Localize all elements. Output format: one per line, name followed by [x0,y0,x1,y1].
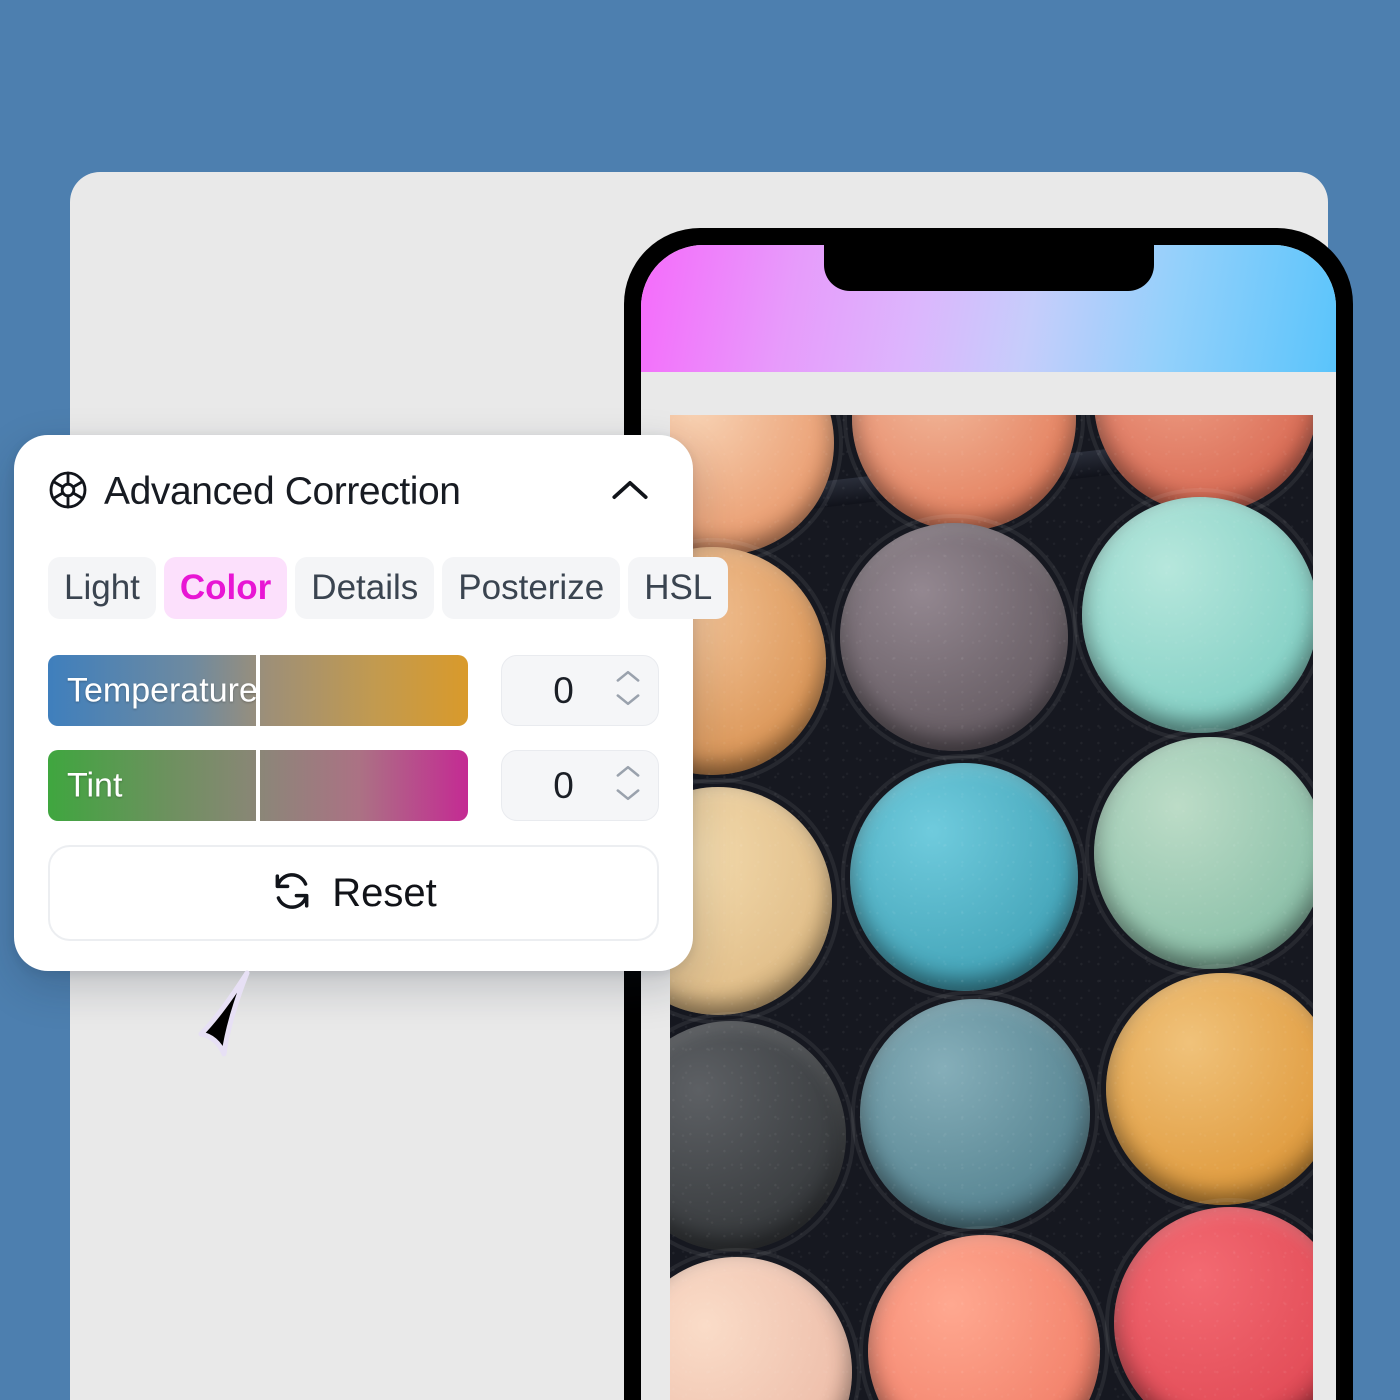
palette-pan [1085,728,1313,978]
panel-header: Advanced Correction [48,469,659,515]
tab-color[interactable]: Color [163,557,288,619]
palette-pan [1097,964,1313,1214]
palette-pan [831,514,1077,760]
phone-mockup [624,228,1353,1400]
temperature-stepper-arrows[interactable] [615,669,641,712]
palette-pan [1105,1198,1313,1400]
tint-slider-row: Tint 0 [48,750,659,821]
tab-posterize[interactable]: Posterize [442,557,621,619]
palette-pan [670,778,841,1024]
palette-pan [841,754,1087,1000]
scene-root: Advanced Correction Light Color Details … [0,0,1400,1400]
phone-notch [823,245,1154,291]
temperature-slider-label: Temperature [67,671,258,709]
reset-button-label: Reset [332,870,437,915]
tab-hsl[interactable]: HSL [628,557,729,619]
palette-pan [670,1012,855,1260]
palette-pan [859,1226,1109,1400]
palette-pan [670,415,843,564]
temperature-value-stepper[interactable]: 0 [501,655,659,726]
temperature-value[interactable]: 0 [502,670,615,712]
chevron-up-icon [610,477,650,508]
edited-photo[interactable] [670,415,1313,1400]
tab-details[interactable]: Details [295,557,435,619]
color-wheel-icon [48,470,88,515]
tint-slider-label: Tint [67,766,123,804]
stepper-down-icon[interactable] [615,693,641,712]
temperature-slider[interactable]: Temperature [48,655,468,726]
palette-pan [843,415,1085,540]
panel-title: Advanced Correction [104,470,461,513]
stepper-up-icon[interactable] [615,669,641,688]
temperature-slider-handle[interactable] [256,655,260,726]
tint-value[interactable]: 0 [502,765,615,807]
panel-header-left: Advanced Correction [48,470,461,515]
temperature-slider-row: Temperature 0 [48,655,659,726]
stepper-up-icon[interactable] [615,764,641,783]
photo-canvas [670,415,1313,1400]
palette-pan [851,990,1099,1238]
phone-screen [641,245,1336,1400]
tab-light[interactable]: Light [48,557,156,619]
collapse-panel-button[interactable] [607,469,653,515]
correction-tab-bar: Light Color Details Posterize HSL [48,557,729,619]
tint-stepper-arrows[interactable] [615,764,641,807]
stepper-down-icon[interactable] [615,788,641,807]
tint-value-stepper[interactable]: 0 [501,750,659,821]
advanced-correction-panel: Advanced Correction Light Color Details … [14,435,729,971]
tint-slider-handle[interactable] [256,750,260,821]
palette-pan [670,1248,861,1400]
tint-slider[interactable]: Tint [48,750,468,821]
palette-pan [1073,488,1313,742]
reset-button[interactable]: Reset [48,845,659,941]
refresh-icon [270,869,314,918]
